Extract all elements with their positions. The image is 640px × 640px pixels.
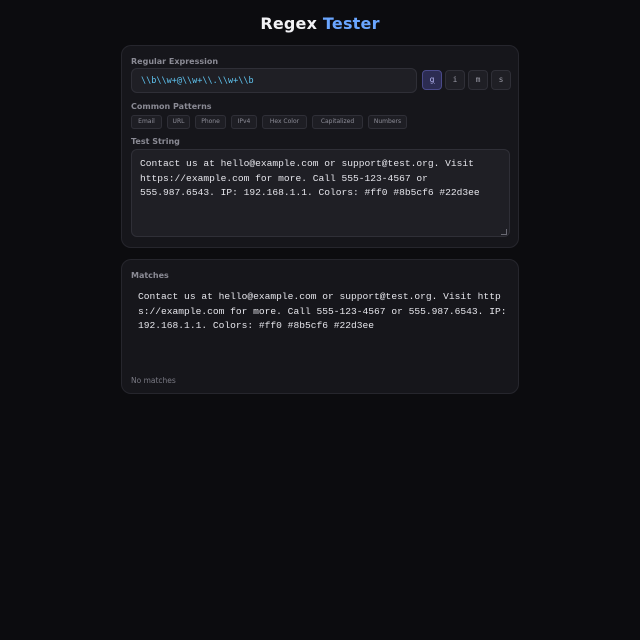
app-title-part1: Regex (260, 14, 318, 33)
matches-panel: Matches Contact us at hello@example.com … (121, 259, 519, 394)
flag-m-button[interactable]: m (468, 70, 488, 90)
pattern-chip-hex-color[interactable]: Hex Color (262, 115, 307, 129)
patterns-label: Common Patterns (131, 102, 212, 111)
flag-s-button[interactable]: s (491, 70, 511, 90)
flag-g-button[interactable]: g (422, 70, 442, 90)
regex-label: Regular Expression (131, 57, 219, 66)
pattern-chip-url[interactable]: URL (167, 115, 190, 129)
regex-panel: Regular Expression g i m s Common Patter… (121, 45, 519, 248)
match-status: No matches (131, 376, 176, 385)
resize-handle-icon[interactable] (501, 229, 507, 235)
matches-label: Matches (131, 271, 169, 280)
pattern-chip-phone[interactable]: Phone (195, 115, 226, 129)
regex-input[interactable] (131, 68, 417, 93)
app-title: Regex Tester (0, 14, 640, 33)
test-string-input[interactable]: Contact us at hello@example.com or suppo… (131, 149, 510, 237)
match-preview-text: Contact us at hello@example.com or suppo… (138, 291, 507, 331)
pattern-chip-capitalized[interactable]: Capitalized (312, 115, 363, 129)
flag-i-button[interactable]: i (445, 70, 465, 90)
app-title-part2: Tester (322, 14, 380, 33)
pattern-chip-email[interactable]: Email (131, 115, 162, 129)
test-string-label: Test String (131, 137, 180, 146)
pattern-chip-ipv4[interactable]: IPv4 (231, 115, 257, 129)
pattern-chip-numbers[interactable]: Numbers (368, 115, 407, 129)
